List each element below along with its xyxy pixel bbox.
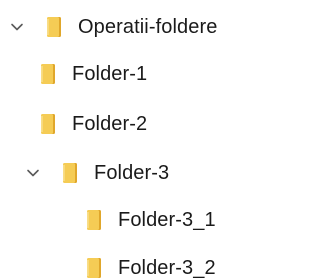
tree-item-folder-2[interactable]: Folder-2 (40, 109, 147, 139)
tree-item-label: Folder-3_2 (118, 257, 216, 279)
tree-item-folder-3[interactable]: Folder-3 (26, 158, 169, 188)
chevron-down-icon[interactable] (26, 166, 40, 180)
tree-item-label: Folder-1 (72, 63, 148, 85)
folder-icon (86, 257, 102, 279)
tree-item-folder-3-1[interactable]: Folder-3_1 (56, 205, 216, 235)
tree-item-label: Folder-3 (94, 162, 170, 184)
folder-icon (40, 63, 56, 85)
chevron-down-icon[interactable] (10, 20, 24, 34)
tree-item-label: Folder-2 (72, 113, 148, 135)
folder-icon (46, 16, 62, 38)
tree-item-label: Folder-3_1 (118, 209, 216, 231)
folder-icon (40, 113, 56, 135)
folder-tree: Operatii-foldere Folder-1 Folder-2 Folde… (0, 0, 263, 280)
folder-icon (86, 209, 102, 231)
tree-item-folder-3-2[interactable]: Folder-3_2 (56, 253, 216, 280)
tree-item-folder-1[interactable]: Folder-1 (40, 59, 147, 89)
folder-icon (62, 162, 78, 184)
tree-item-operatii-foldere[interactable]: Operatii-foldere (10, 12, 217, 42)
tree-item-label: Operatii-foldere (78, 16, 218, 38)
